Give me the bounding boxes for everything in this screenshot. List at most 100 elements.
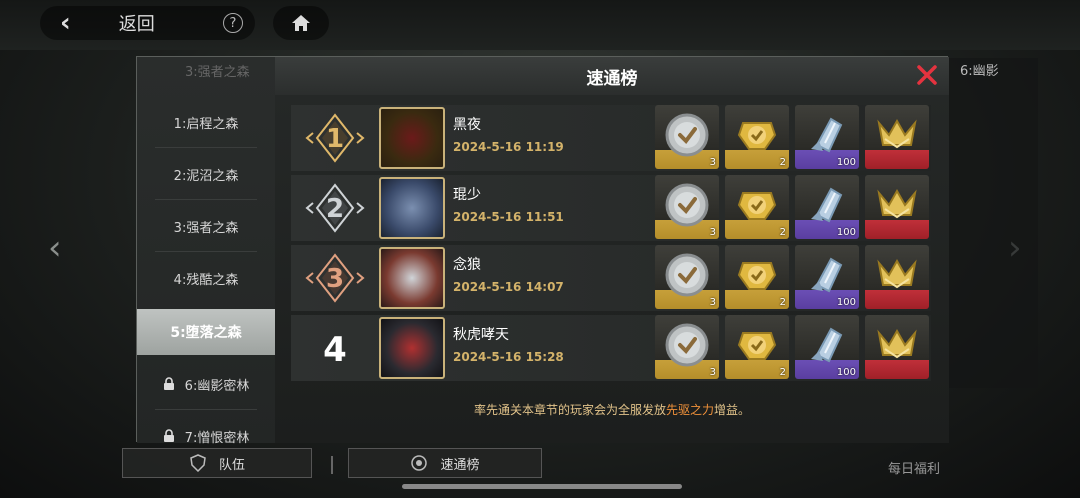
rank-badge-icon: 3	[305, 253, 365, 303]
stage-divider	[155, 409, 257, 410]
svg-text:3: 3	[326, 264, 344, 294]
reward-item[interactable]: 3	[655, 105, 719, 169]
leaderboard-row[interactable]: 2 琨少 2024-5-16 11:51 3 2 100	[291, 175, 931, 241]
home-button[interactable]	[273, 6, 329, 40]
rank-badge: 3	[305, 253, 365, 303]
stage-item[interactable]: 5:堕落之森	[137, 309, 275, 355]
team-label: 队伍	[218, 457, 245, 473]
stage-divider	[155, 199, 257, 200]
speedrun-panel: 3:强者之森 1:启程之森 2:泥沼之森 3:强者之森 4:残酷之森 5:堕落之森 6:幽…	[136, 56, 949, 446]
reward-item[interactable]: 3	[655, 315, 719, 379]
footer-note: 率先通关本章节的玩家会为全服发放先驱之力增益。	[275, 401, 949, 418]
rank-badge: 1	[305, 113, 365, 163]
svg-text:1: 1	[326, 124, 344, 154]
player-avatar[interactable]	[379, 177, 445, 239]
stage-divider	[155, 147, 257, 148]
speedrun-emblem-icon	[411, 455, 428, 471]
footer-note-highlight: 先驱之力	[665, 403, 714, 417]
stage-item[interactable]: 1:启程之森	[137, 99, 275, 145]
stage-label: 2:泥沼之森	[173, 168, 239, 184]
rank-badge-icon: 1	[305, 113, 365, 163]
stage-label: 4:残酷之森	[173, 272, 239, 288]
sidebar-top-label: 3:强者之森	[185, 65, 250, 80]
stage-label: 1:启程之森	[173, 116, 239, 132]
prev-page-arrow-icon[interactable]: ‹	[48, 228, 62, 268]
rank-badge: 4	[305, 323, 365, 373]
clear-time: 2024-5-16 15:28	[453, 350, 564, 364]
back-arrow-icon: ‹	[60, 8, 71, 38]
reward-item[interactable]	[865, 175, 929, 239]
daily-bonus-label[interactable]: 每日福利	[888, 458, 940, 477]
player-name: 黑夜	[453, 117, 481, 133]
stage-item[interactable]: 4:残酷之森	[137, 255, 275, 301]
reward-item[interactable]: 100	[795, 175, 859, 239]
rank-emblem-icon	[877, 328, 917, 359]
reward-item[interactable]: 100	[795, 105, 859, 169]
stage-label: 3:强者之森	[173, 220, 239, 236]
stage-label: 7:憎恨密林	[184, 430, 250, 446]
reward-item[interactable]: 100	[795, 315, 859, 379]
reward-item[interactable]: 3	[655, 245, 719, 309]
lock-icon	[163, 429, 174, 442]
reward-count: 2	[779, 157, 786, 168]
help-icon[interactable]: ?	[223, 13, 243, 33]
reward-count: 100	[836, 157, 856, 168]
stage-item[interactable]: 2:泥沼之森	[137, 151, 275, 197]
player-name: 琨少	[453, 187, 481, 203]
panel-title: 速通榜	[586, 68, 638, 89]
rank-badge-icon: 2	[305, 183, 365, 233]
stage-item[interactable]: 3:强者之森	[137, 203, 275, 249]
leaderboard-row[interactable]: 3 念狼 2024-5-16 14:07 3 2 100	[291, 245, 931, 311]
rank-emblem-icon	[877, 258, 917, 289]
stage-item[interactable]: 6:幽影密林	[137, 361, 275, 407]
stage-label: 5:堕落之森	[170, 325, 242, 341]
svg-text:2: 2	[326, 194, 344, 224]
player-avatar[interactable]	[379, 107, 445, 169]
player-avatar[interactable]	[379, 317, 445, 379]
reward-item[interactable]	[865, 105, 929, 169]
leaderboard-content: 速通榜 1 黑夜 2024-5-16 11:19 3 2 100 2 琨少 2024-5-16 …	[275, 57, 949, 443]
reward-count: 100	[836, 227, 856, 238]
home-indicator	[402, 484, 682, 489]
reward-item[interactable]	[865, 315, 929, 379]
speedrun-tab-label: 速通榜	[440, 457, 480, 473]
team-button[interactable]: 队伍	[122, 448, 312, 478]
reward-count: 3	[709, 297, 716, 308]
reward-count: 2	[779, 227, 786, 238]
reward-count: 3	[709, 227, 716, 238]
title-bar: 速通榜	[275, 57, 949, 95]
leaderboard-row[interactable]: 1 黑夜 2024-5-16 11:19 3 2 100	[291, 105, 931, 171]
speedrun-tab-button[interactable]: 速通榜	[348, 448, 542, 478]
reward-item[interactable]: 2	[725, 105, 789, 169]
team-shield-icon	[190, 454, 206, 472]
reward-count: 100	[836, 367, 856, 378]
home-icon	[292, 15, 310, 31]
reward-item[interactable]: 2	[725, 315, 789, 379]
leaderboard-row[interactable]: 4 秋虎哮天 2024-5-16 15:28 3 2 100	[291, 315, 931, 381]
clear-time: 2024-5-16 11:51	[453, 210, 564, 224]
back-button[interactable]: ‹ 返回 ?	[40, 6, 255, 40]
close-icon[interactable]	[915, 63, 939, 87]
clear-time: 2024-5-16 11:19	[453, 140, 564, 154]
rank-badge: 2	[305, 183, 365, 233]
bottom-divider	[331, 456, 333, 474]
reward-item[interactable]: 100	[795, 245, 859, 309]
stage-label: 6:幽影密林	[184, 378, 250, 394]
rank-emblem-icon	[877, 188, 917, 219]
reward-item[interactable]: 2	[725, 245, 789, 309]
rank-emblem-icon	[877, 118, 917, 149]
player-avatar[interactable]	[379, 247, 445, 309]
stage-divider	[155, 251, 257, 252]
reward-item[interactable]: 3	[655, 175, 719, 239]
top-bar: ‹ 返回 ?	[40, 6, 329, 40]
footer-note-text: 率先通关本章节的玩家会为全服发放	[473, 403, 666, 417]
reward-item[interactable]: 2	[725, 175, 789, 239]
svg-text:4: 4	[323, 330, 347, 370]
reward-count: 3	[709, 157, 716, 168]
reward-count: 100	[836, 297, 856, 308]
reward-item[interactable]	[865, 245, 929, 309]
reward-count: 3	[709, 367, 716, 378]
side-panel-title: 6:幽影	[960, 64, 999, 79]
reward-count: 2	[779, 367, 786, 378]
rank-number-icon: 4	[323, 330, 347, 370]
